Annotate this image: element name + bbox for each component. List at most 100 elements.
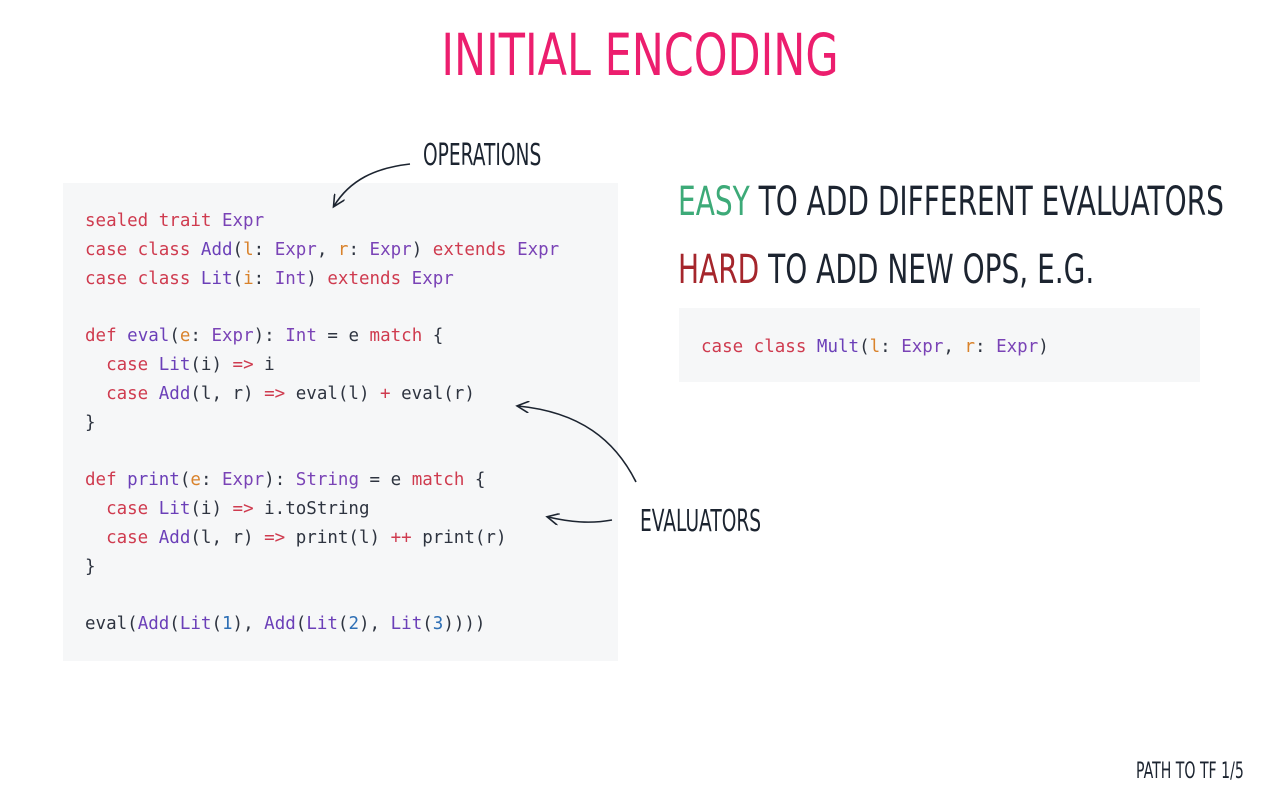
code-token: Add <box>158 527 191 548</box>
code-token: eval(l) <box>285 383 381 404</box>
main_code-line: case Lit(i) => i.toString <box>85 495 618 524</box>
code-token: Lit <box>200 268 233 289</box>
code-token: : <box>253 239 275 260</box>
code-token: : <box>975 337 997 357</box>
code-token: Lit <box>179 614 212 635</box>
main-code-lines: sealed trait Expr case class Add(l: Expr,… <box>85 207 618 639</box>
side_code-line: case class Mult(l: Expr, r: Expr) <box>701 333 1200 362</box>
code-token: ( <box>169 614 180 635</box>
mult-code-lines: case class Mult(l: Expr, r: Expr) <box>701 333 1200 362</box>
code-token: = e <box>359 470 412 491</box>
code-token: Int <box>274 268 307 289</box>
code-token: )))) <box>443 614 486 635</box>
code-token: ( <box>169 326 180 347</box>
code-token: Lit <box>158 354 191 375</box>
code-token: + <box>380 383 391 404</box>
easy-headline-rest: TO ADD DIFFERENT EVALUATORS <box>749 179 1224 225</box>
code-token: print(l) <box>285 527 391 548</box>
code-token: Expr <box>369 239 412 260</box>
main_code-line: def print(e: Expr): String = e match { <box>85 466 618 495</box>
code-token: ) <box>1038 337 1049 357</box>
code-token: String <box>295 470 359 491</box>
mult-code-block: case class Mult(l: Expr, r: Expr) <box>679 308 1200 382</box>
code-token: sealed trait <box>85 211 222 231</box>
code-token: 1 <box>222 614 233 635</box>
code-token: Expr <box>222 470 265 491</box>
code-token: Expr <box>996 337 1039 357</box>
code-token: Add <box>137 614 170 635</box>
code-token: case class <box>85 268 201 289</box>
code-token: Expr <box>211 326 254 347</box>
code-token: case <box>85 527 159 548</box>
code-token: ): <box>264 470 296 491</box>
code-token: l <box>869 337 881 357</box>
code-token: : <box>200 470 223 491</box>
code-token: Expr <box>221 211 265 231</box>
code-token: => <box>264 383 286 404</box>
main_code-line <box>85 581 618 610</box>
code-token: : <box>348 239 370 260</box>
code-token: ), <box>359 614 391 635</box>
code-token: ): <box>253 326 286 347</box>
code-token: Add <box>200 239 233 260</box>
hard-headline: HARD TO ADD NEW OPS, E.G. <box>678 246 1094 294</box>
code-token: (i) <box>190 354 233 375</box>
main_code-line: sealed trait Expr <box>85 207 618 236</box>
code-token: Lit <box>390 614 423 635</box>
main_code-line: } <box>85 409 618 438</box>
main-code-block: sealed trait Expr case class Add(l: Expr,… <box>63 183 618 661</box>
code-token: , <box>316 239 338 260</box>
code-token: Add <box>264 614 296 635</box>
code-token: } <box>85 556 96 577</box>
code-token: (l, r) <box>190 527 265 548</box>
code-token: : <box>190 326 212 347</box>
main_code-line: eval(Add(Lit(1), Add(Lit(2), Lit(3)))) <box>85 610 618 639</box>
code-token: case <box>85 498 159 519</box>
code-token: e <box>179 326 191 347</box>
main_code-line: case Add(l, r) => eval(l) + eval(r) <box>85 380 618 409</box>
code-token: ( <box>211 614 222 635</box>
code-token: ++ <box>390 527 412 548</box>
code-token: e <box>190 470 201 491</box>
code-token: ) <box>411 239 433 260</box>
hard-keyword: HARD <box>678 247 760 293</box>
code-token: ( <box>422 614 433 635</box>
code-token: i <box>253 354 275 375</box>
code-token: ( <box>232 268 244 289</box>
code-token: match <box>369 326 423 347</box>
main_code-line: case class Add(l: Expr, r: Expr) extends… <box>85 236 618 265</box>
code-token: Expr <box>901 337 944 357</box>
slide: INITIAL ENCODING OPERATIONS sealed trait… <box>0 0 1280 800</box>
code-token: Lit <box>158 498 191 519</box>
main_code-line: case Add(l, r) => print(l) ++ print(r) <box>85 524 618 553</box>
code-token: Mult <box>816 337 860 357</box>
code-token: eval <box>127 326 170 347</box>
code-token: Int <box>285 326 317 347</box>
main_code-line <box>85 437 618 466</box>
main_code-line: case Lit(i) => i <box>85 351 618 380</box>
code-token: => <box>232 354 254 375</box>
code-token: (i) <box>190 498 233 519</box>
code-token: r <box>964 337 976 357</box>
code-token: 2 <box>348 614 360 635</box>
main_code-line: def eval(e: Expr): Int = e match { <box>85 322 618 351</box>
code-token: case class <box>701 337 817 357</box>
code-token: i.toString <box>253 498 370 519</box>
operations-label: OPERATIONS <box>423 138 542 173</box>
slide-footer: PATH TO TF 1/5 <box>1136 759 1244 784</box>
code-token: eval(r) <box>390 383 475 404</box>
main_code-line <box>85 293 618 322</box>
code-token: Expr <box>517 239 560 260</box>
code-token: extends <box>327 268 412 289</box>
code-token: => <box>232 498 254 519</box>
code-token: => <box>264 527 286 548</box>
code-token: = e <box>316 326 370 347</box>
slide-title: INITIAL ENCODING <box>441 21 839 89</box>
code-token: print <box>127 470 180 491</box>
code-token: , <box>943 337 965 357</box>
code-token: Lit <box>306 614 338 635</box>
code-token: l <box>243 239 254 260</box>
easy-headline: EASY TO ADD DIFFERENT EVALUATORS <box>678 178 1224 226</box>
code-token: { <box>464 470 486 491</box>
code-token: case <box>85 354 159 375</box>
